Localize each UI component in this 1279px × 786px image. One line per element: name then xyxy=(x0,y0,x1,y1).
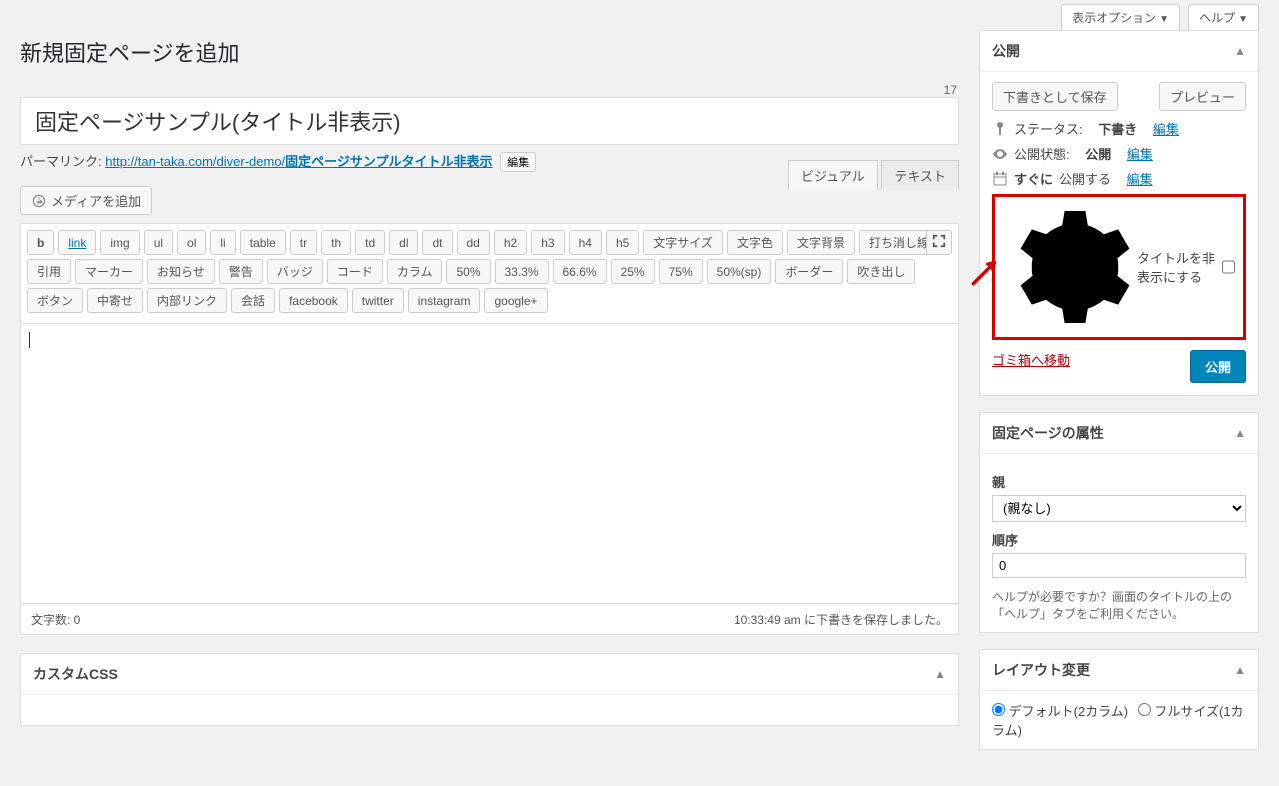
toolbar-instagram-button[interactable]: instagram xyxy=(408,288,481,313)
chevron-up-icon: ▲ xyxy=(1234,44,1246,58)
hide-title-checkbox[interactable] xyxy=(1222,259,1235,275)
layout-default-option[interactable]: デフォルト(2カラム) xyxy=(992,704,1128,719)
toolbar--button[interactable]: カラム xyxy=(387,259,443,284)
toolbar-table-button[interactable]: table xyxy=(240,230,286,255)
display-options-tab[interactable]: 表示オプション▼ xyxy=(1061,4,1180,30)
toolbar--button[interactable]: ボーダー xyxy=(775,259,843,284)
toolbar--button[interactable]: ボタン xyxy=(27,288,83,313)
hide-title-label: タイトルを非表示にする xyxy=(1137,248,1216,286)
toolbar-50-button[interactable]: 50% xyxy=(446,259,490,284)
permalink-label: パーマリンク: xyxy=(20,154,102,169)
revision-count: 17 xyxy=(20,83,959,97)
toolbar--button[interactable]: バッジ xyxy=(267,259,323,284)
toolbar-facebook-button[interactable]: facebook xyxy=(279,288,348,313)
toolbar--button[interactable]: 文字背景 xyxy=(787,230,855,255)
toolbar-h2-button[interactable]: h2 xyxy=(494,230,527,255)
toolbar--button[interactable]: 文字色 xyxy=(727,230,783,255)
edit-visibility-link[interactable]: 編集 xyxy=(1127,144,1153,163)
toolbar-h4-button[interactable]: h4 xyxy=(569,230,602,255)
toolbar-666-button[interactable]: 66.6% xyxy=(553,259,607,284)
toolbar--button[interactable]: 吹き出し xyxy=(847,259,915,284)
edit-status-link[interactable]: 編集 xyxy=(1153,119,1179,138)
toolbar-b-button[interactable]: b xyxy=(27,230,54,255)
toolbar-dl-button[interactable]: dl xyxy=(389,230,418,255)
edit-slug-button[interactable]: 編集 xyxy=(500,152,536,172)
publish-box-header[interactable]: 公開 ▲ xyxy=(980,31,1258,72)
toolbar-333-button[interactable]: 33.3% xyxy=(495,259,549,284)
toolbar-link-button[interactable]: link xyxy=(58,230,96,255)
toolbar--button[interactable]: マーカー xyxy=(75,259,143,284)
toolbar-tr-button[interactable]: tr xyxy=(290,230,317,255)
fullscreen-icon xyxy=(932,234,946,248)
autosave-status: 10:33:49 am に下書きを保存しました。 xyxy=(734,611,948,628)
toolbar--button[interactable]: 会話 xyxy=(231,288,275,313)
chevron-down-icon: ▼ xyxy=(1159,14,1169,25)
gear-icon xyxy=(1003,203,1131,331)
save-draft-button[interactable]: 下書きとして保存 xyxy=(992,82,1118,111)
toolbar--button[interactable]: コード xyxy=(327,259,383,284)
edit-schedule-link[interactable]: 編集 xyxy=(1127,169,1153,188)
toolbar--button[interactable]: お知らせ xyxy=(147,259,215,284)
arrow-icon xyxy=(969,254,1003,288)
tab-text[interactable]: テキスト xyxy=(881,160,959,190)
menu-order-input[interactable] xyxy=(992,553,1246,578)
toolbar-50sp-button[interactable]: 50%(sp) xyxy=(707,259,772,284)
tab-visual[interactable]: ビジュアル xyxy=(788,160,878,190)
fullscreen-button[interactable] xyxy=(926,230,952,255)
media-icon xyxy=(31,193,47,209)
permalink-link[interactable]: http://tan-taka.com/diver-demo/固定ページサンプル… xyxy=(105,154,492,169)
toolbar--button[interactable]: 警告 xyxy=(219,259,263,284)
editor-toolbar: blinkimgulollitabletrthtddldtddh2h3h4h5文… xyxy=(20,223,959,324)
chevron-up-icon: ▲ xyxy=(1234,663,1246,677)
preview-button[interactable]: プレビュー xyxy=(1159,82,1246,111)
toolbar-dt-button[interactable]: dt xyxy=(422,230,452,255)
page-attributes-header[interactable]: 固定ページの属性 ▲ xyxy=(980,413,1258,454)
toolbar-td-button[interactable]: td xyxy=(355,230,385,255)
toolbar--button[interactable]: 内部リンク xyxy=(147,288,227,313)
help-tab[interactable]: ヘルプ▼ xyxy=(1188,4,1259,30)
toolbar-dd-button[interactable]: dd xyxy=(457,230,490,255)
move-to-trash-link[interactable]: ゴミ箱へ移動 xyxy=(992,350,1070,383)
chevron-up-icon: ▲ xyxy=(934,667,946,681)
publish-button[interactable]: 公開 xyxy=(1190,350,1246,383)
hide-title-option: タイトルを非表示にする xyxy=(992,194,1246,340)
word-count: 文字数: 0 xyxy=(31,611,80,628)
toolbar--button[interactable]: 文字サイズ xyxy=(643,230,723,255)
content-textarea[interactable] xyxy=(20,324,959,604)
toolbar-li-button[interactable]: li xyxy=(210,230,235,255)
calendar-icon xyxy=(992,171,1008,187)
order-label: 順序 xyxy=(992,530,1246,549)
attributes-help-text: ヘルプが必要ですか？画面のタイトルの上の「ヘルプ」タブをご利用ください。 xyxy=(992,588,1246,622)
toolbar-ol-button[interactable]: ol xyxy=(177,230,206,255)
chevron-up-icon: ▲ xyxy=(1234,426,1246,440)
parent-select[interactable]: (親なし) xyxy=(992,495,1246,522)
custom-css-box-header[interactable]: カスタムCSS ▲ xyxy=(21,654,958,695)
parent-label: 親 xyxy=(992,472,1246,491)
toolbar-h5-button[interactable]: h5 xyxy=(606,230,639,255)
layout-box-header[interactable]: レイアウト変更 ▲ xyxy=(980,650,1258,691)
toolbar--button[interactable]: 中寄せ xyxy=(87,288,143,313)
pin-icon xyxy=(992,121,1008,137)
page-heading: 新規固定ページを追加 xyxy=(20,36,959,68)
post-title-input[interactable] xyxy=(20,97,959,145)
toolbar-ul-button[interactable]: ul xyxy=(144,230,173,255)
toolbar--button[interactable]: 引用 xyxy=(27,259,71,284)
add-media-button[interactable]: メディアを追加 xyxy=(20,186,152,215)
toolbar-google-button[interactable]: google+ xyxy=(484,288,547,313)
toolbar-th-button[interactable]: th xyxy=(321,230,351,255)
toolbar-75-button[interactable]: 75% xyxy=(659,259,703,284)
visibility-icon xyxy=(992,146,1008,162)
toolbar-img-button[interactable]: img xyxy=(100,230,139,255)
toolbar-h3-button[interactable]: h3 xyxy=(531,230,564,255)
toolbar-25-button[interactable]: 25% xyxy=(611,259,655,284)
chevron-down-icon: ▼ xyxy=(1238,14,1248,25)
toolbar-twitter-button[interactable]: twitter xyxy=(352,288,404,313)
